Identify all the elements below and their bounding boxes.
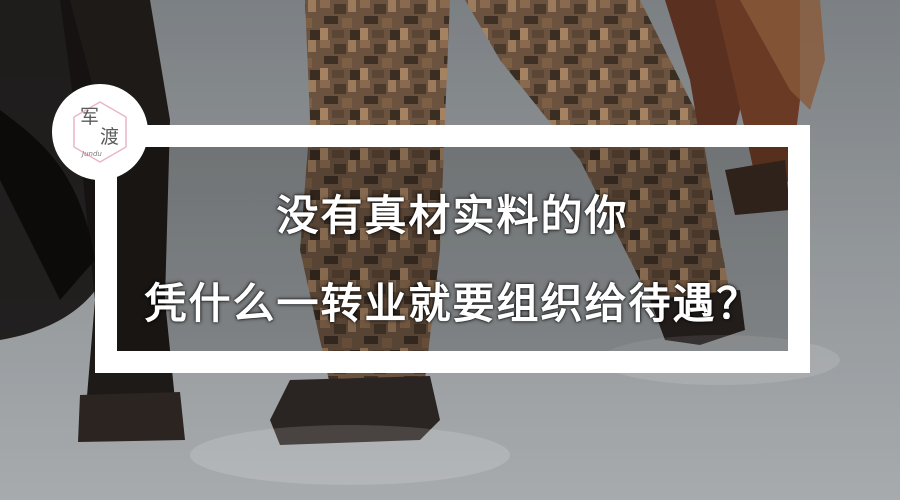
logo-character-2: 渡 <box>100 126 120 148</box>
logo-character-1: 军 <box>80 106 100 128</box>
logo-subtext: Jundu <box>82 150 102 158</box>
headline-line-2: 凭什么一转业就要组织给待遇？ <box>144 279 761 328</box>
headline-line-1: 没有真材实料的你 <box>276 191 629 240</box>
scene: 没有真材实料的你 凭什么一转业就要组织给待遇？ 军 渡 Jundu <box>0 0 900 500</box>
horse-hoof-left <box>78 392 185 442</box>
brand-logo: 军 渡 Jundu <box>52 84 148 180</box>
title-frame <box>95 125 810 373</box>
